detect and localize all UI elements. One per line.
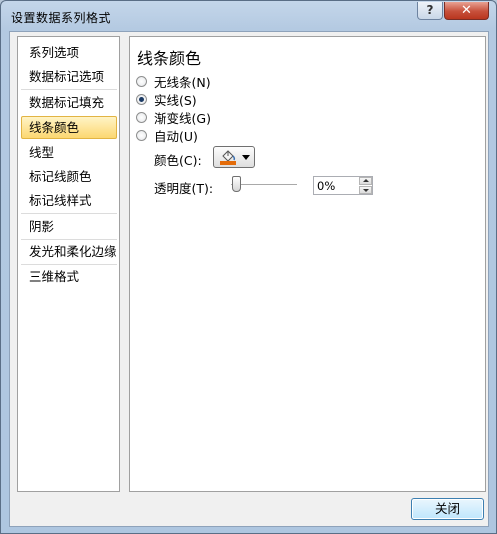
option-solid-line[interactable]: 实线(S) [136,91,197,108]
window-close-button[interactable]: ✕ [444,2,489,20]
nav-item-marker-line-style[interactable]: 标记线样式 [21,189,117,212]
title-bar[interactable]: 设置数据系列格式 ? ✕ [1,1,496,31]
radio-solid-line[interactable] [136,93,147,105]
nav-item-glow-soft-edges[interactable]: 发光和柔化边缘 [21,240,117,263]
nav-item-line-color[interactable]: 线条颜色 [21,116,117,139]
nav-divider [21,89,117,90]
radio-no-line[interactable] [136,75,147,87]
transparency-spinner[interactable]: 0% [313,176,373,195]
spin-up-button[interactable] [359,177,372,185]
solid-line-label: 实线(S) [154,92,197,108]
nav-item-shadow[interactable]: 阴影 [21,215,117,238]
gradient-line-label: 渐变线(G) [154,110,211,126]
transparency-label: 透明度(T): [154,181,214,196]
help-button[interactable]: ? [417,2,443,20]
radio-automatic[interactable] [136,129,147,141]
transparency-slider-thumb[interactable] [232,176,241,192]
dialog-title: 设置数据系列格式 [11,11,112,25]
option-automatic[interactable]: 自动(U) [136,127,198,144]
close-button[interactable]: 关闭 [411,498,484,520]
automatic-label: 自动(U) [154,128,198,144]
nav-divider [21,213,117,214]
format-data-series-dialog: 设置数据系列格式 ? ✕ 系列选项 数据标记选项 数据标记填充 线条颜色 线型 … [0,0,497,534]
spinner-buttons [359,177,372,194]
panel-title: 线条颜色 [137,49,202,68]
color-picker-button[interactable] [213,146,255,168]
nav-item-series-options[interactable]: 系列选项 [21,41,117,64]
option-no-line[interactable]: 无线条(N) [136,73,211,90]
no-line-label: 无线条(N) [154,74,211,90]
spin-down-button[interactable] [359,186,372,194]
chevron-down-icon [242,155,250,160]
option-gradient-line[interactable]: 渐变线(G) [136,109,211,126]
line-color-panel: 线条颜色 无线条(N) 实线(S) 渐变线(G) 自动(U) 颜色(C): 透明… [129,36,486,492]
nav-item-line-style[interactable]: 线型 [21,141,117,164]
nav-item-marker-options[interactable]: 数据标记选项 [21,65,117,88]
category-list: 系列选项 数据标记选项 数据标记填充 线条颜色 线型 标记线颜色 标记线样式 阴… [17,36,120,492]
nav-item-marker-fill[interactable]: 数据标记填充 [21,91,117,114]
nav-item-3d-format[interactable]: 三维格式 [21,265,117,288]
paint-bucket-icon [220,150,236,165]
radio-gradient-line[interactable] [136,111,147,123]
nav-item-marker-line-color[interactable]: 标记线颜色 [21,165,117,188]
color-label: 颜色(C): [154,153,202,168]
transparency-value[interactable]: 0% [317,179,335,193]
